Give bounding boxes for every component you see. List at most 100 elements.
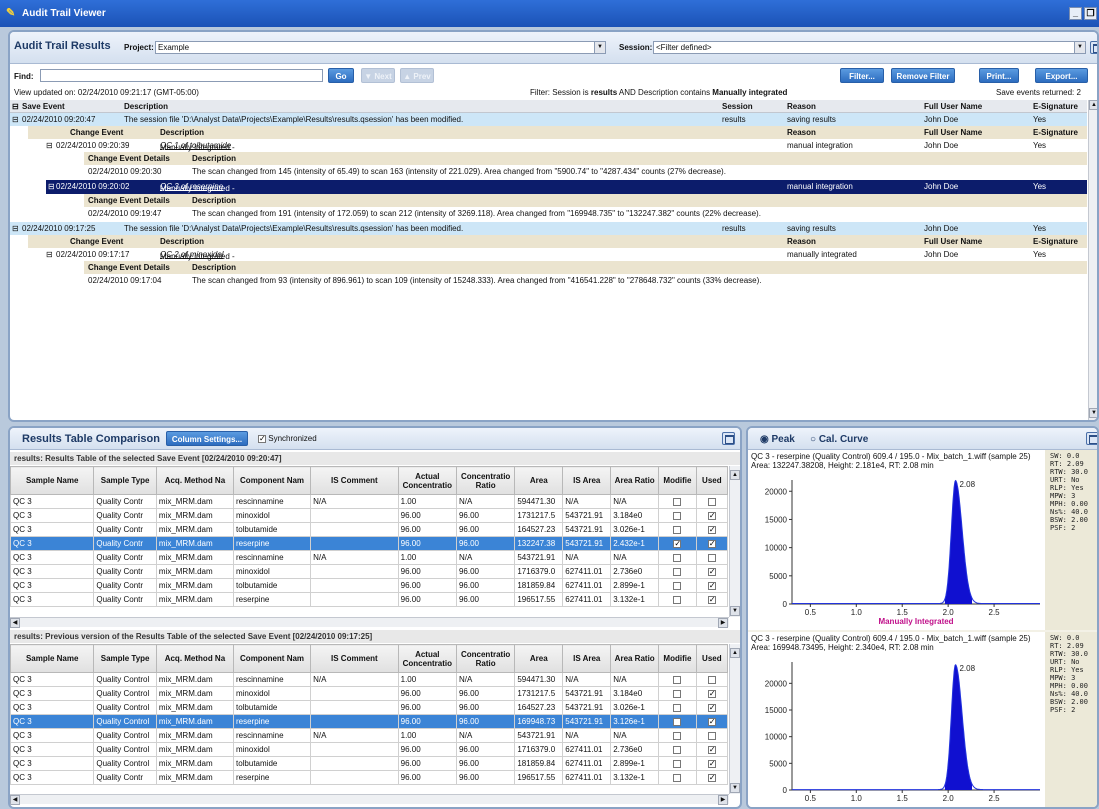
- scroll-left-icon[interactable]: ◀: [10, 795, 20, 805]
- used-checkbox[interactable]: [695, 714, 729, 729]
- modified-checkbox[interactable]: [658, 578, 697, 593]
- used-checkbox[interactable]: [695, 756, 729, 771]
- table-row[interactable]: QC 3 Quality Control mix_MRM.dam rescinnami…: [10, 728, 729, 743]
- checked-box-icon[interactable]: [707, 581, 716, 590]
- panel-maximize-icon[interactable]: [722, 432, 735, 445]
- modified-checkbox[interactable]: [658, 522, 697, 537]
- table-row[interactable]: QC 3 Quality Control mix_MRM.dam tolbutamid…: [10, 700, 729, 715]
- unchecked-box-icon[interactable]: [673, 703, 682, 712]
- scroll-down-icon[interactable]: ▼: [730, 606, 740, 616]
- save-event-row[interactable]: ⊟ 02/24/2010 09:17:25 The session file '…: [10, 222, 1087, 235]
- table-row[interactable]: QC 3 Quality Control mix_MRM.dam tolbutamid…: [10, 756, 729, 771]
- scroll-left-icon[interactable]: ◀: [10, 618, 20, 628]
- table-row[interactable]: QC 3 Quality Control mix_MRM.dam minoxidol 9…: [10, 742, 729, 757]
- find-input[interactable]: [40, 69, 323, 82]
- checked-box-icon[interactable]: [707, 689, 716, 698]
- chevron-down-icon[interactable]: ▼: [1074, 42, 1085, 53]
- modified-checkbox[interactable]: [658, 494, 697, 509]
- unchecked-box-icon[interactable]: [673, 745, 682, 754]
- print-button[interactable]: Print...: [979, 68, 1019, 83]
- column-header[interactable]: Area Ratio: [610, 644, 660, 673]
- modified-checkbox[interactable]: [658, 686, 697, 701]
- session-select[interactable]: <Filter defined> ▼: [653, 41, 1086, 54]
- column-header[interactable]: Component Nam: [232, 466, 312, 495]
- unchecked-box-icon[interactable]: [673, 581, 682, 590]
- modified-checkbox[interactable]: [658, 770, 697, 785]
- checked-box-icon[interactable]: [707, 511, 716, 520]
- checked-box-icon[interactable]: [707, 525, 716, 534]
- column-header[interactable]: Actual Concentratio: [397, 644, 457, 673]
- column-header[interactable]: Sample Type: [93, 466, 157, 495]
- checked-box-icon[interactable]: [707, 759, 716, 768]
- change-event-row[interactable]: ⊟ 02/24/2010 09:20:39 Manually integrate…: [10, 139, 1087, 152]
- checked-box-icon[interactable]: [673, 539, 682, 548]
- scroll-up-icon[interactable]: ▲: [730, 470, 740, 480]
- table-row[interactable]: QC 3 Quality Contr mix_MRM.dam rescinnamine…: [10, 550, 729, 565]
- collapse-icon[interactable]: ⊟: [12, 102, 19, 111]
- checked-box-icon[interactable]: [707, 595, 716, 604]
- modified-checkbox[interactable]: [658, 714, 697, 729]
- used-checkbox[interactable]: [695, 578, 729, 593]
- minimize-button[interactable]: _: [1069, 7, 1082, 20]
- current-table-scrollbar[interactable]: ▲ ▼: [729, 466, 740, 617]
- used-checkbox[interactable]: [695, 564, 729, 579]
- column-header[interactable]: IS Area: [562, 644, 612, 673]
- prev-button[interactable]: ▲ Prev: [400, 68, 434, 83]
- used-checkbox[interactable]: [695, 522, 729, 537]
- unchecked-box-icon[interactable]: [707, 553, 716, 562]
- export-button[interactable]: Export...: [1035, 68, 1088, 83]
- modified-checkbox[interactable]: [658, 564, 697, 579]
- used-checkbox[interactable]: [695, 770, 729, 785]
- column-header[interactable]: IS Comment: [310, 466, 399, 495]
- checked-box-icon[interactable]: [707, 703, 716, 712]
- peak-radio[interactable]: ◉ Peak: [760, 434, 795, 445]
- collapse-icon[interactable]: ⊟: [48, 182, 55, 191]
- unchecked-box-icon[interactable]: [707, 675, 716, 684]
- unchecked-box-icon[interactable]: [673, 773, 682, 782]
- column-header[interactable]: IS Area: [562, 466, 612, 495]
- modified-checkbox[interactable]: [658, 550, 697, 565]
- column-header[interactable]: Area: [514, 644, 564, 673]
- modified-checkbox[interactable]: [658, 742, 697, 757]
- save-event-row[interactable]: ⊟ 02/24/2010 09:20:47 The session file '…: [10, 113, 1087, 126]
- panel-maximize-icon[interactable]: [1090, 41, 1097, 54]
- cal-curve-radio[interactable]: ○ Cal. Curve: [810, 434, 868, 445]
- project-select[interactable]: Example ▼: [155, 41, 606, 54]
- synchronized-checkbox[interactable]: Synchronized: [258, 434, 317, 443]
- checked-box-icon[interactable]: [707, 717, 716, 726]
- panel-maximize-icon[interactable]: [1086, 432, 1097, 445]
- change-event-row[interactable]: ⊟ 02/24/2010 09:17:17 Manually integrate…: [10, 248, 1087, 261]
- used-checkbox[interactable]: [695, 686, 729, 701]
- unchecked-box-icon[interactable]: [673, 567, 682, 576]
- checked-box-icon[interactable]: [707, 539, 716, 548]
- used-checkbox[interactable]: [695, 550, 729, 565]
- table-row[interactable]: QC 3 Quality Contr mix_MRM.dam tolbutamide 9…: [10, 578, 729, 593]
- previous-table-hscroll[interactable]: ◀ ▶: [10, 794, 729, 805]
- column-header[interactable]: Concentratio Ratio: [455, 644, 516, 673]
- scroll-down-icon[interactable]: ▼: [730, 783, 740, 793]
- modified-checkbox[interactable]: [658, 756, 697, 771]
- modified-checkbox[interactable]: [658, 728, 697, 743]
- unchecked-box-icon[interactable]: [673, 689, 682, 698]
- modified-checkbox[interactable]: [658, 536, 697, 551]
- table-row[interactable]: QC 3 Quality Contr mix_MRM.dam tolbutamide 9…: [10, 522, 729, 537]
- column-header[interactable]: Modifie: [658, 644, 697, 673]
- table-row[interactable]: QC 3 Quality Control mix_MRM.dam reserpine 9…: [10, 714, 729, 729]
- column-header[interactable]: Acq. Method Na: [155, 644, 234, 673]
- used-checkbox[interactable]: [695, 494, 729, 509]
- table-row[interactable]: QC 3 Quality Contr mix_MRM.dam rescinnamine…: [10, 494, 729, 509]
- used-checkbox[interactable]: [695, 592, 729, 607]
- table-row[interactable]: QC 3 Quality Contr mix_MRM.dam reserpine 96.…: [10, 592, 729, 607]
- checked-box-icon[interactable]: [707, 773, 716, 782]
- table-row[interactable]: QC 3 Quality Contr mix_MRM.dam reserpine 96.…: [10, 770, 729, 785]
- column-header[interactable]: Area Ratio: [610, 466, 660, 495]
- column-settings-button[interactable]: Column Settings...: [166, 431, 248, 446]
- unchecked-box-icon[interactable]: [673, 525, 682, 534]
- scroll-right-icon[interactable]: ▶: [718, 618, 728, 628]
- current-table-hscroll[interactable]: ◀ ▶: [10, 617, 729, 628]
- column-header[interactable]: Sample Name: [10, 466, 95, 495]
- table-row[interactable]: QC 3 Quality Contr mix_MRM.dam minoxidol 96.…: [10, 564, 729, 579]
- column-header[interactable]: Acq. Method Na: [155, 466, 234, 495]
- unchecked-box-icon[interactable]: [673, 675, 682, 684]
- audit-scrollbar[interactable]: ▲ ▼: [1088, 100, 1097, 420]
